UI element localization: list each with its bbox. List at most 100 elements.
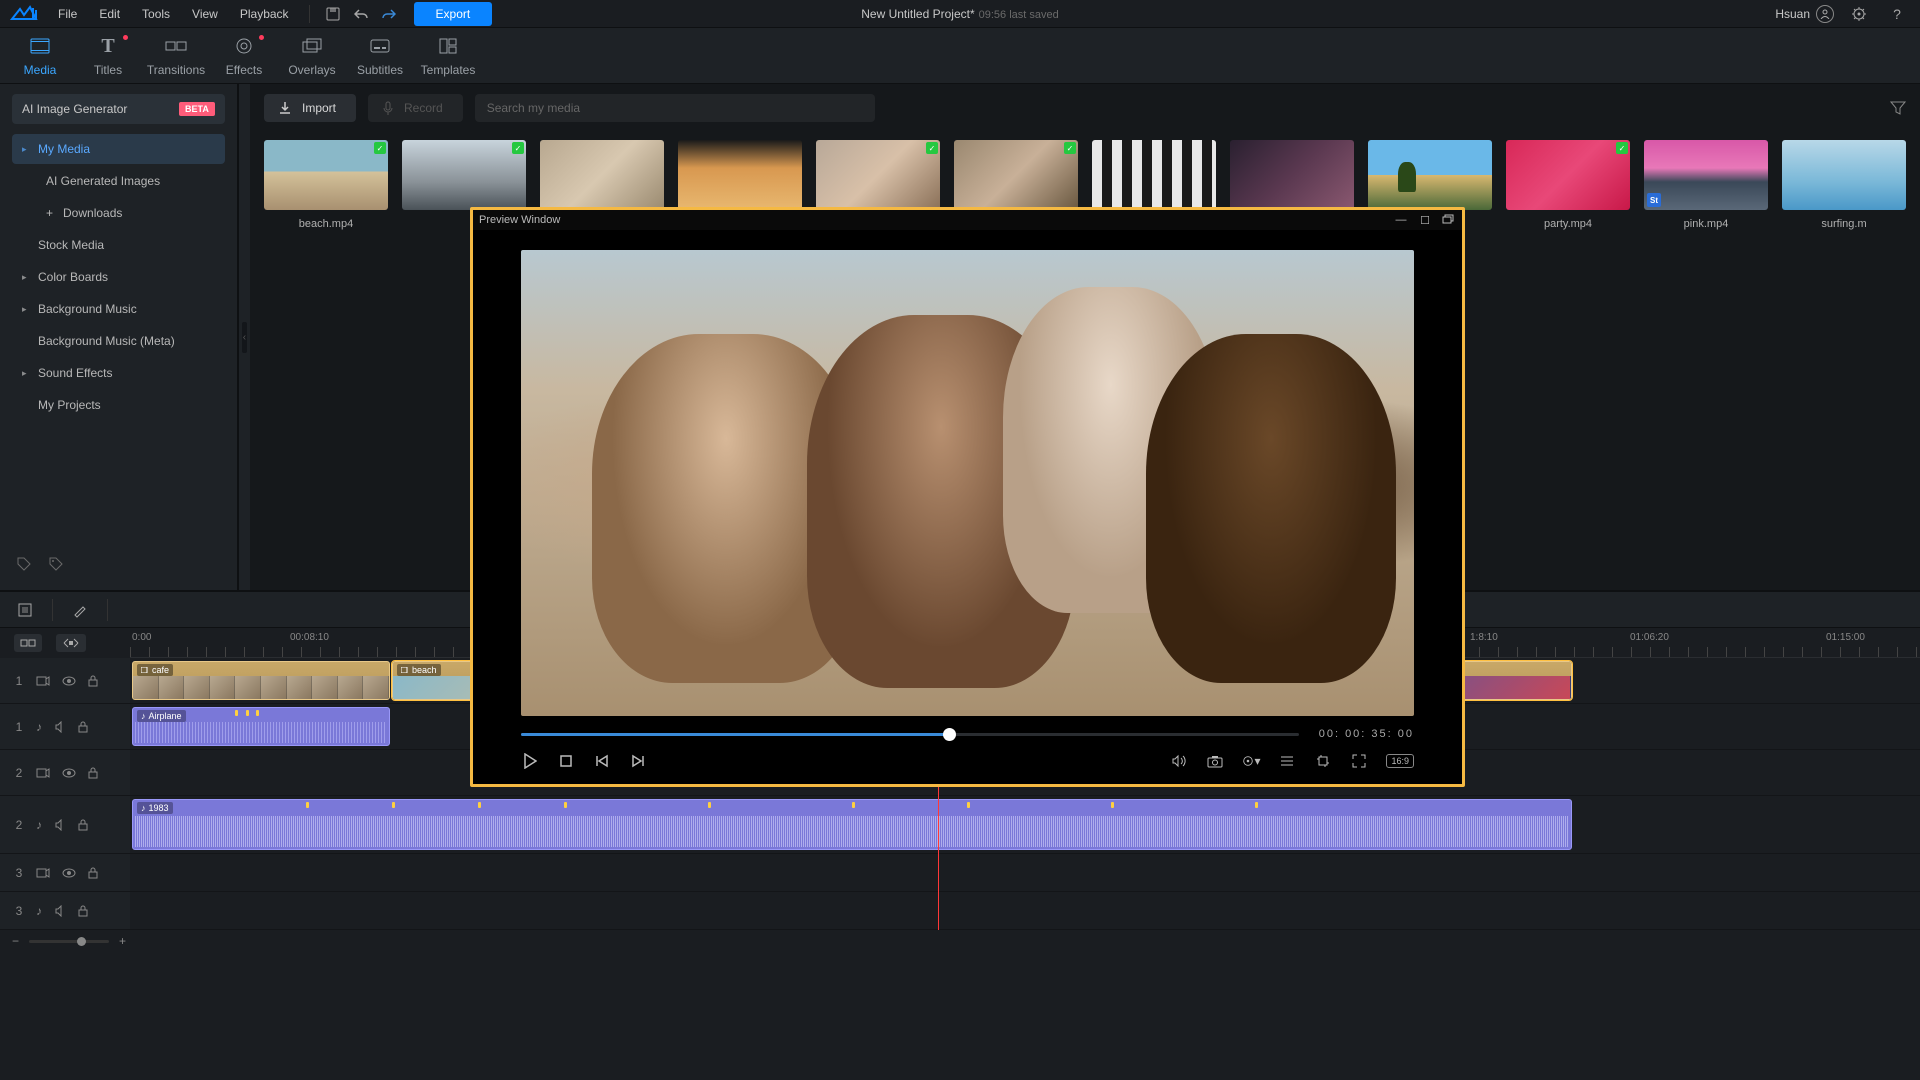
lock-icon[interactable] bbox=[88, 867, 98, 879]
aspect-ratio-badge[interactable]: 16:9 bbox=[1386, 754, 1414, 768]
menu-edit[interactable]: Edit bbox=[89, 3, 130, 25]
tab-transitions[interactable]: Transitions bbox=[142, 33, 210, 83]
menu-file[interactable]: File bbox=[48, 3, 87, 25]
clip-1983[interactable]: ♪ 1983 bbox=[132, 799, 1572, 850]
zoom-out-icon[interactable]: − bbox=[12, 934, 19, 948]
sidebar-my-media[interactable]: ▸My Media bbox=[12, 134, 225, 164]
tab-media[interactable]: Media bbox=[6, 33, 74, 83]
timeline-select-tool[interactable] bbox=[12, 597, 38, 623]
media-item-label: pink.mp4 bbox=[1644, 218, 1768, 230]
play-icon[interactable] bbox=[521, 752, 539, 770]
next-frame-icon[interactable] bbox=[629, 752, 647, 770]
visibility-icon[interactable] bbox=[62, 868, 76, 878]
import-icon bbox=[278, 101, 292, 115]
save-icon[interactable] bbox=[320, 1, 346, 27]
tab-effects[interactable]: Effects bbox=[210, 33, 278, 83]
help-icon[interactable]: ? bbox=[1884, 1, 1910, 27]
timeline-snap-tool[interactable] bbox=[14, 634, 42, 652]
audio-track-icon: ♪ bbox=[36, 720, 42, 734]
track-head-a3: 3 ♪ bbox=[0, 892, 130, 929]
track-head-a2: 2 ♪ bbox=[0, 796, 130, 853]
settings-icon[interactable] bbox=[1846, 1, 1872, 27]
audio-track-icon: ♪ bbox=[36, 904, 42, 918]
list-icon[interactable] bbox=[1278, 752, 1296, 770]
tab-templates[interactable]: Templates bbox=[414, 33, 482, 83]
video-track-icon bbox=[36, 676, 50, 686]
tab-titles[interactable]: TTitles bbox=[74, 33, 142, 83]
snapshot-icon[interactable] bbox=[1206, 752, 1224, 770]
lock-icon[interactable] bbox=[78, 905, 88, 917]
media-search[interactable]: Search my media bbox=[475, 94, 875, 122]
timeline-magnet-tool[interactable] bbox=[56, 634, 86, 652]
record-button[interactable]: Record bbox=[368, 94, 463, 122]
redo-icon[interactable] bbox=[376, 1, 402, 27]
zoom-slider[interactable] bbox=[29, 940, 109, 943]
templates-icon bbox=[414, 33, 482, 59]
minimize-icon[interactable]: — bbox=[1394, 214, 1408, 227]
preview-titlebar[interactable]: Preview Window — ☐ bbox=[473, 210, 1462, 230]
tab-overlays[interactable]: Overlays bbox=[278, 33, 346, 83]
preview-scrubber[interactable] bbox=[521, 733, 1299, 736]
sidebar-ai-generated[interactable]: AI Generated Images bbox=[12, 166, 225, 196]
media-item-10[interactable]: Stpink.mp4 bbox=[1644, 140, 1768, 230]
fullscreen-icon[interactable] bbox=[1350, 752, 1368, 770]
lock-icon[interactable] bbox=[88, 675, 98, 687]
tab-subtitles[interactable]: Subtitles bbox=[346, 33, 414, 83]
transitions-icon bbox=[142, 33, 210, 59]
mute-icon[interactable] bbox=[54, 721, 66, 733]
used-check-icon: ✓ bbox=[1616, 142, 1628, 154]
sidebar-downloads[interactable]: +Downloads bbox=[12, 198, 225, 228]
visibility-icon[interactable] bbox=[62, 676, 76, 686]
media-item-label: party.mp4 bbox=[1506, 218, 1630, 230]
user-badge[interactable]: Hsuan bbox=[1775, 5, 1834, 23]
media-item-0[interactable]: ✓beach.mp4 bbox=[264, 140, 388, 230]
used-check-icon: ✓ bbox=[512, 142, 524, 154]
audio-track-icon: ♪ bbox=[36, 818, 42, 832]
used-check-icon: ✓ bbox=[374, 142, 386, 154]
media-toolbar: Import Record Search my media bbox=[250, 84, 1920, 132]
timeline-brush-tool[interactable] bbox=[67, 597, 93, 623]
mic-icon bbox=[382, 101, 394, 115]
menu-playback[interactable]: Playback bbox=[230, 3, 299, 25]
clip-airplane[interactable]: ♪ Airplane bbox=[132, 707, 390, 746]
preview-timecode: 00: 00: 35: 00 bbox=[1319, 728, 1414, 740]
lock-icon[interactable] bbox=[88, 767, 98, 779]
sidebar-stock-media[interactable]: Stock Media bbox=[12, 230, 225, 260]
effects-icon bbox=[210, 33, 278, 59]
menu-view[interactable]: View bbox=[182, 3, 228, 25]
visibility-icon[interactable] bbox=[62, 768, 76, 778]
lock-icon[interactable] bbox=[78, 721, 88, 733]
sidebar-color-boards[interactable]: ▸Color Boards bbox=[12, 262, 225, 292]
tag-outline-icon[interactable] bbox=[48, 556, 64, 572]
mute-icon[interactable] bbox=[54, 905, 66, 917]
import-button[interactable]: Import bbox=[264, 94, 356, 122]
video-track-icon bbox=[36, 868, 50, 878]
export-button[interactable]: Export bbox=[414, 2, 493, 26]
prev-frame-icon[interactable] bbox=[593, 752, 611, 770]
mute-icon[interactable] bbox=[54, 819, 66, 831]
titles-icon: T bbox=[74, 33, 142, 59]
media-item-11[interactable]: surfing.m bbox=[1782, 140, 1906, 230]
menu-tools[interactable]: Tools bbox=[132, 3, 180, 25]
clip-cafe[interactable]: cafe bbox=[132, 661, 390, 700]
stop-icon[interactable] bbox=[557, 752, 575, 770]
app-logo bbox=[10, 5, 38, 23]
lock-icon[interactable] bbox=[78, 819, 88, 831]
undo-icon[interactable] bbox=[348, 1, 374, 27]
restore-icon[interactable] bbox=[1442, 214, 1456, 227]
quality-icon[interactable]: ▾ bbox=[1242, 752, 1260, 770]
sidebar-resize-handle[interactable]: ‹ bbox=[239, 84, 250, 590]
sidebar-bg-music-meta[interactable]: Background Music (Meta) bbox=[12, 326, 225, 356]
tag-icon[interactable] bbox=[16, 556, 32, 572]
sidebar-bg-music[interactable]: ▸Background Music bbox=[12, 294, 225, 324]
maximize-icon[interactable]: ☐ bbox=[1418, 214, 1432, 227]
filter-icon[interactable] bbox=[1890, 100, 1906, 116]
zoom-in-icon[interactable]: + bbox=[119, 934, 126, 948]
ai-image-generator[interactable]: AI Image GeneratorBETA bbox=[12, 94, 225, 124]
sidebar-my-projects[interactable]: My Projects bbox=[12, 390, 225, 420]
sidebar-sound-effects[interactable]: ▸Sound Effects bbox=[12, 358, 225, 388]
crop-icon[interactable] bbox=[1314, 752, 1332, 770]
sidebar: AI Image GeneratorBETA ▸My Media AI Gene… bbox=[0, 84, 239, 590]
volume-icon[interactable] bbox=[1170, 752, 1188, 770]
media-item-9[interactable]: ✓ party.mp4 bbox=[1506, 140, 1630, 230]
